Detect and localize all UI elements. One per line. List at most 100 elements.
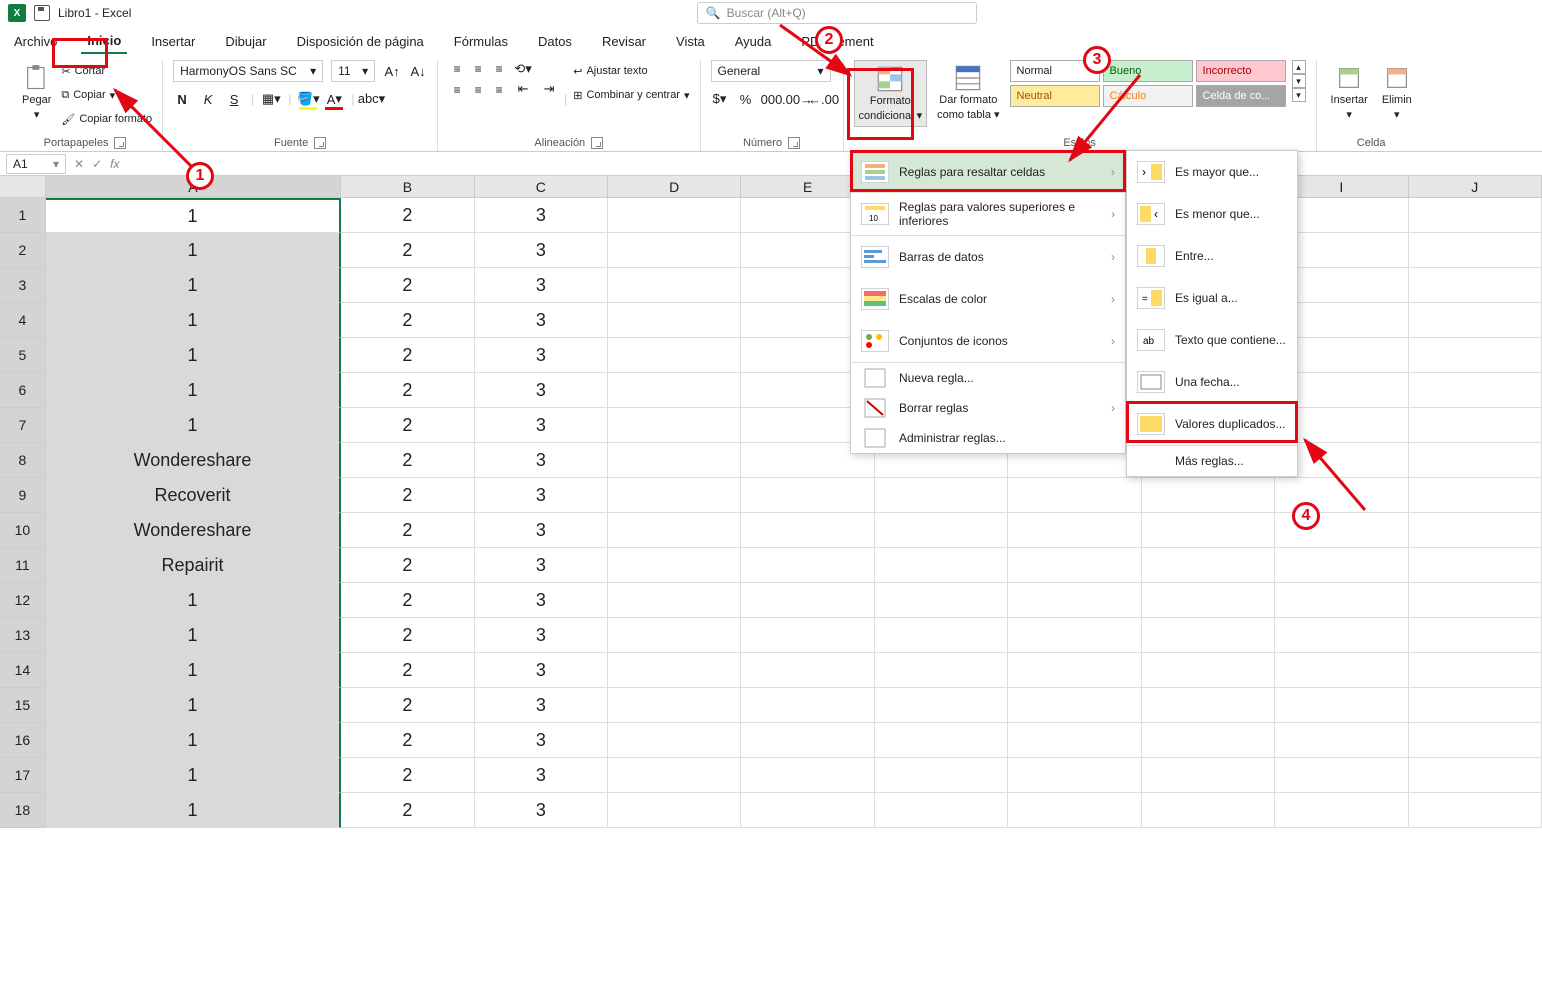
cell[interactable]: Wondereshare <box>46 443 341 478</box>
cell[interactable] <box>608 443 741 478</box>
cell[interactable]: 3 <box>475 793 608 828</box>
cell[interactable] <box>608 758 741 793</box>
cell[interactable] <box>1275 548 1408 583</box>
cell[interactable] <box>1008 688 1141 723</box>
cell[interactable] <box>1008 618 1141 653</box>
cell[interactable]: 2 <box>341 688 474 723</box>
cell[interactable] <box>741 583 874 618</box>
wrap-text-button[interactable]: ↩ Ajustar texto <box>573 60 689 82</box>
tab-formulas[interactable]: Fórmulas <box>448 30 514 53</box>
select-all-corner[interactable] <box>0 176 46 198</box>
cell[interactable] <box>875 723 1008 758</box>
row-header[interactable]: 15 <box>0 688 46 723</box>
cell[interactable] <box>608 583 741 618</box>
col-header-B[interactable]: B <box>341 176 474 198</box>
align-left[interactable]: ≡ <box>448 81 466 99</box>
cell[interactable]: 3 <box>475 723 608 758</box>
tab-datos[interactable]: Datos <box>532 30 578 53</box>
phonetic-button[interactable]: abc▾ <box>362 90 380 108</box>
cell[interactable]: 1 <box>46 723 341 758</box>
merge-center-button[interactable]: ⊞ Combinar y centrar ▾ <box>573 84 689 106</box>
cell[interactable]: 1 <box>46 793 341 828</box>
cell[interactable] <box>1142 688 1275 723</box>
cell[interactable]: 3 <box>475 513 608 548</box>
cell[interactable] <box>1008 793 1141 828</box>
cell[interactable] <box>1275 723 1408 758</box>
decimal-inc[interactable]: .00→ <box>789 90 807 108</box>
cell[interactable]: 2 <box>341 583 474 618</box>
cell[interactable]: 1 <box>46 408 341 443</box>
cell[interactable] <box>1008 758 1141 793</box>
row-header[interactable]: 16 <box>0 723 46 758</box>
cell[interactable]: 3 <box>475 268 608 303</box>
cell[interactable]: 3 <box>475 548 608 583</box>
cell[interactable] <box>1409 723 1542 758</box>
col-header-D[interactable]: D <box>608 176 741 198</box>
cell[interactable]: 1 <box>46 653 341 688</box>
cell[interactable]: Repairit <box>46 548 341 583</box>
cell[interactable] <box>1008 548 1141 583</box>
tab-vista[interactable]: Vista <box>670 30 711 53</box>
row-header[interactable]: 10 <box>0 513 46 548</box>
cell[interactable]: 2 <box>341 268 474 303</box>
cell[interactable]: 3 <box>475 653 608 688</box>
cell[interactable]: 2 <box>341 793 474 828</box>
cell[interactable] <box>608 268 741 303</box>
menu-color-scales[interactable]: Escalas de color› <box>851 278 1125 320</box>
submenu-greater-than[interactable]: › Es mayor que... <box>1127 151 1297 193</box>
cell[interactable]: 3 <box>475 373 608 408</box>
cell[interactable] <box>1409 478 1542 513</box>
cell[interactable] <box>875 688 1008 723</box>
tab-revisar[interactable]: Revisar <box>596 30 652 53</box>
menu-data-bars[interactable]: Barras de datos› <box>851 236 1125 278</box>
cell[interactable] <box>875 793 1008 828</box>
cell[interactable] <box>741 513 874 548</box>
row-header[interactable]: 12 <box>0 583 46 618</box>
cell[interactable] <box>875 513 1008 548</box>
indent-inc[interactable]: ⇥ <box>540 80 558 98</box>
cell[interactable] <box>1409 513 1542 548</box>
menu-top-bottom-rules[interactable]: 10 Reglas para valores superiores e infe… <box>851 193 1125 235</box>
indent-dec[interactable]: ⇤ <box>514 80 532 98</box>
cancel-formula-icon[interactable]: ✕ <box>74 157 84 171</box>
cell[interactable] <box>1275 758 1408 793</box>
cell[interactable] <box>1275 688 1408 723</box>
cell[interactable]: 2 <box>341 618 474 653</box>
cell[interactable] <box>608 373 741 408</box>
row-header[interactable]: 5 <box>0 338 46 373</box>
col-header-C[interactable]: C <box>475 176 608 198</box>
cell[interactable] <box>1409 268 1542 303</box>
cell[interactable] <box>1142 723 1275 758</box>
submenu-duplicate-values[interactable]: Valores duplicados... <box>1127 403 1297 445</box>
row-header[interactable]: 7 <box>0 408 46 443</box>
cell[interactable] <box>741 548 874 583</box>
menu-new-rule[interactable]: Nueva regla... <box>851 363 1125 393</box>
cell[interactable]: 3 <box>475 198 608 233</box>
cell[interactable] <box>1008 653 1141 688</box>
cell[interactable]: Recoverit <box>46 478 341 513</box>
cell[interactable]: 3 <box>475 688 608 723</box>
currency-button[interactable]: $▾ <box>711 90 729 108</box>
align-top[interactable]: ≡ <box>448 60 466 78</box>
cell[interactable] <box>1409 443 1542 478</box>
cell[interactable] <box>608 303 741 338</box>
cell[interactable] <box>608 618 741 653</box>
submenu-less-than[interactable]: ‹ Es menor que... <box>1127 193 1297 235</box>
menu-manage-rules[interactable]: Administrar reglas... <box>851 423 1125 453</box>
cell[interactable]: 1 <box>46 583 341 618</box>
cell[interactable] <box>1409 338 1542 373</box>
cell[interactable]: 1 <box>46 758 341 793</box>
cell[interactable] <box>1409 758 1542 793</box>
cell[interactable]: 1 <box>46 618 341 653</box>
tab-inicio[interactable]: Inicio <box>81 29 127 54</box>
cell[interactable] <box>1275 793 1408 828</box>
submenu-text-contains[interactable]: ab Texto que contiene... <box>1127 319 1297 361</box>
cell[interactable] <box>1142 758 1275 793</box>
style-gallery-down[interactable]: ▾ <box>1292 74 1306 88</box>
cell[interactable] <box>608 793 741 828</box>
cell[interactable]: 1 <box>46 338 341 373</box>
cell[interactable] <box>1409 233 1542 268</box>
cell[interactable]: 2 <box>341 758 474 793</box>
cell[interactable] <box>741 793 874 828</box>
cell[interactable] <box>608 513 741 548</box>
